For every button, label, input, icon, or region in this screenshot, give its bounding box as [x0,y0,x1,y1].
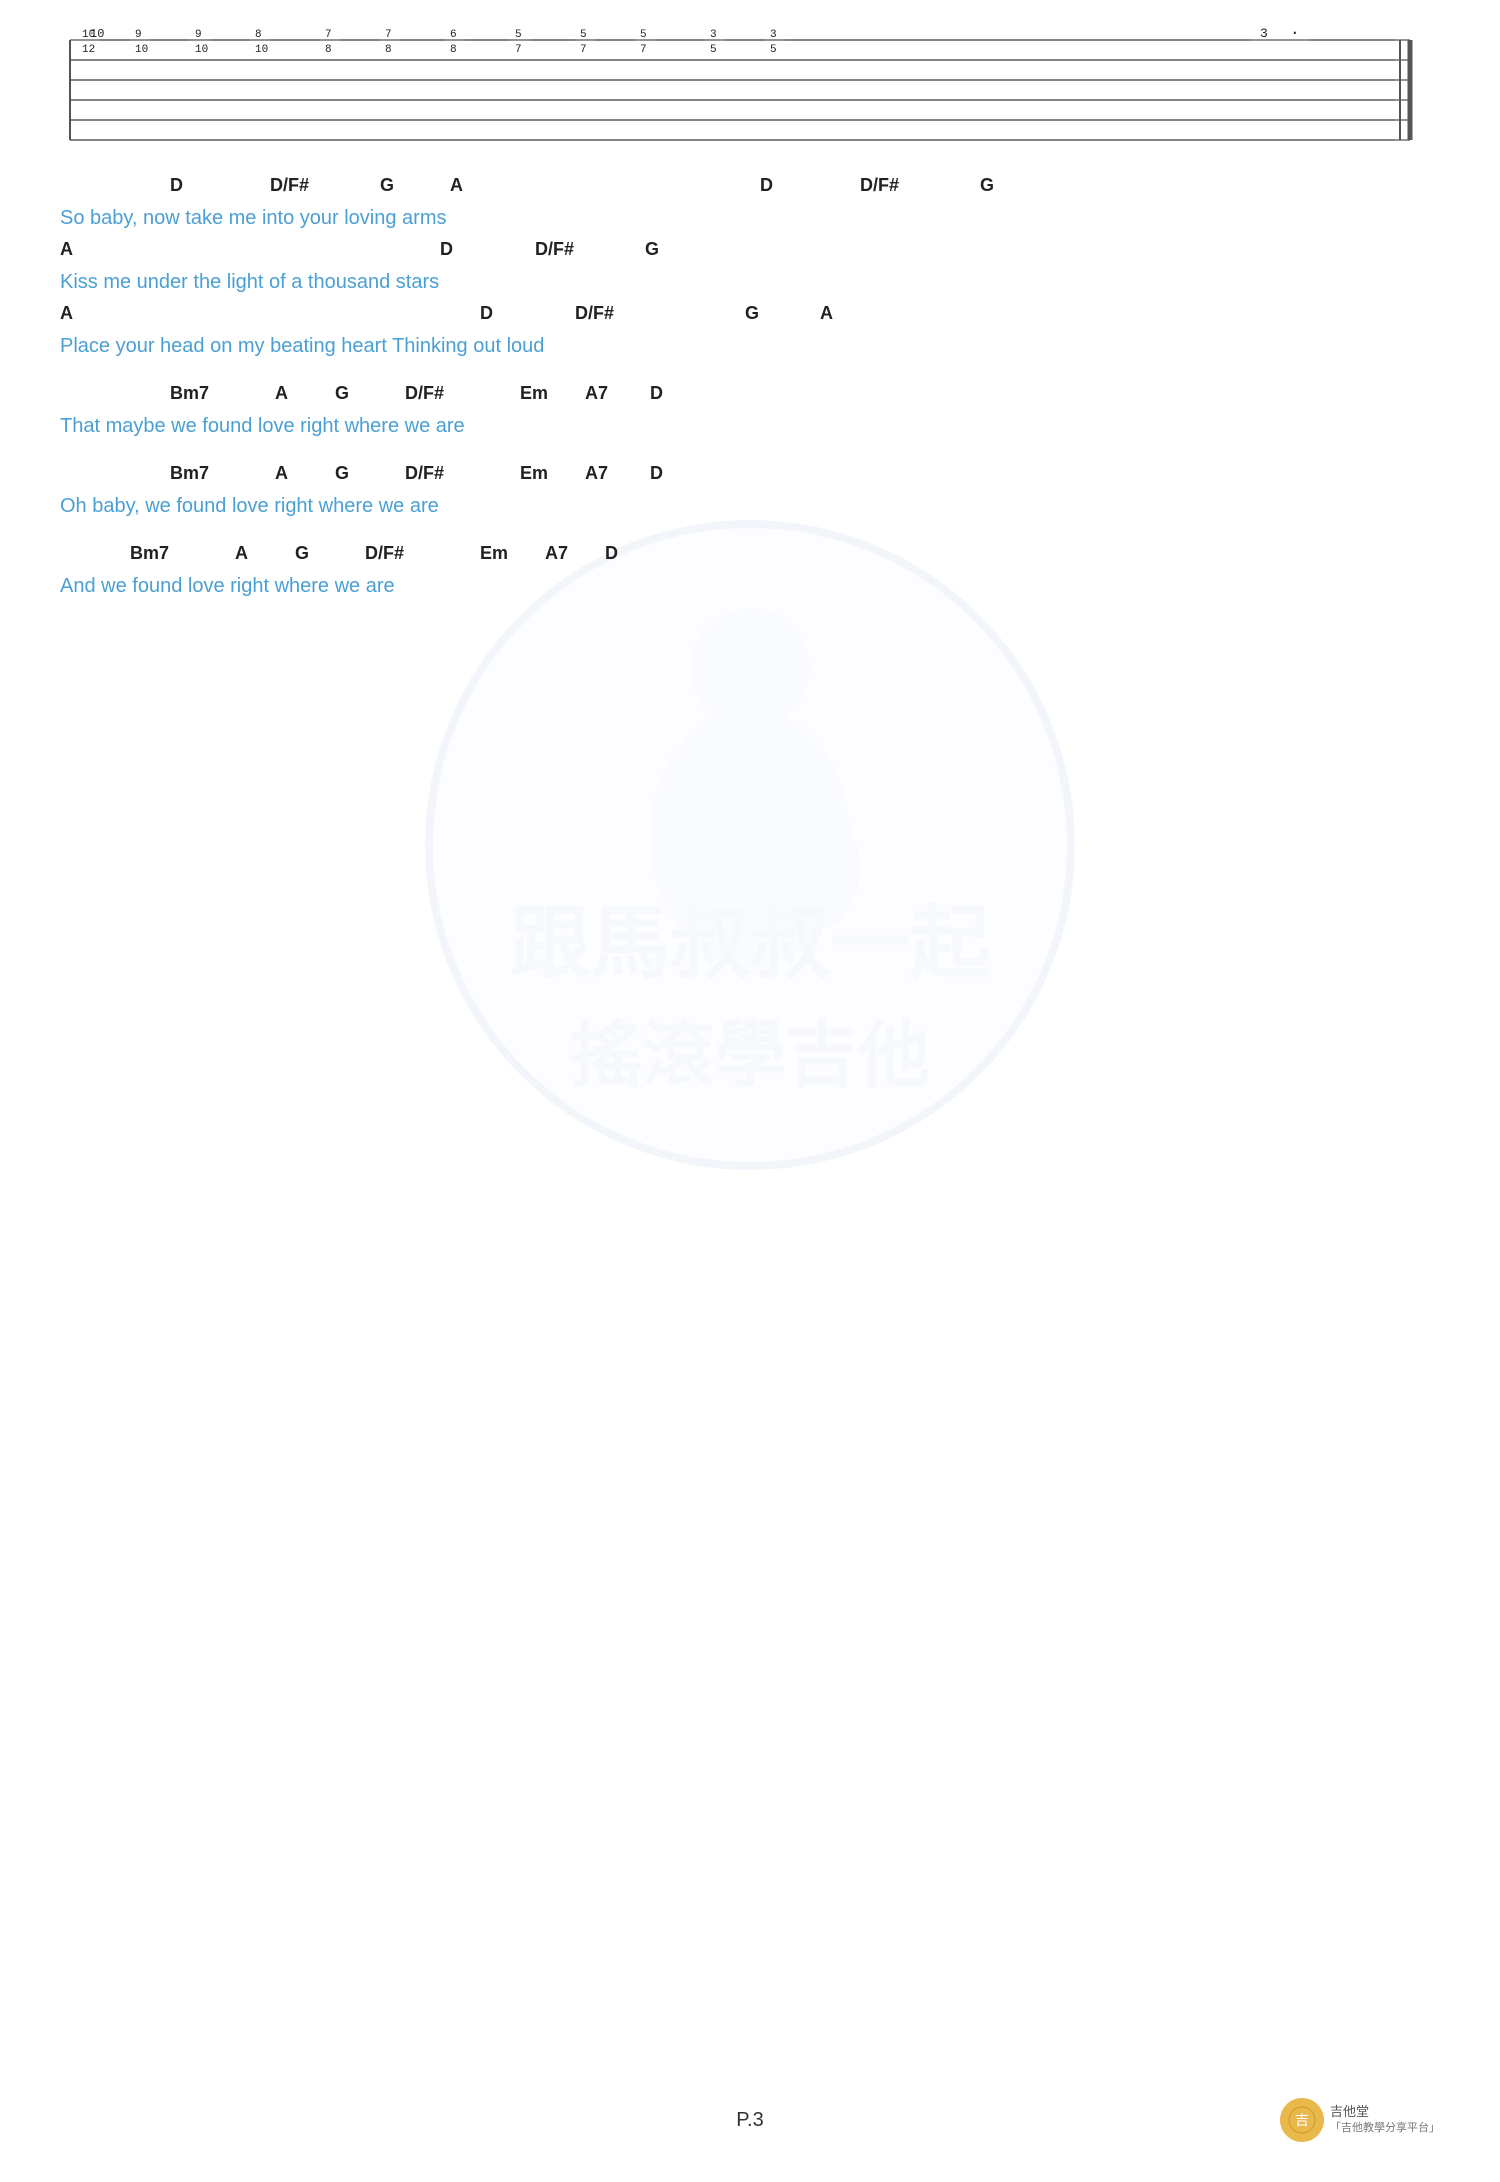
chord-A7-1: A7 [585,383,608,404]
chord-D6: D [650,463,663,484]
lyric-line-5: Oh baby, we found love right where we ar… [60,495,1440,523]
lyric-text-3: Place your head on my beating heart Thin… [60,335,544,357]
chord-D1: D [170,175,183,196]
svg-text:3: 3 [1260,26,1268,41]
watermark-line2: 搖滾學吉他 [460,996,1040,1102]
section-group-4: Bm7 A G D/F# Em A7 D And we found love r… [60,543,1440,603]
svg-text:7: 7 [640,44,647,56]
svg-text:5: 5 [770,44,777,56]
svg-text:吉: 吉 [1295,2113,1309,2129]
tab-area: 10 -- 10 9 9 8 7 7 6 5 5 5 3 3 12 10 10 … [60,20,1440,155]
svg-text:3: 3 [710,29,717,41]
footer: P.3 吉 吉他堂 「吉他教學分享平台」 [0,2098,1500,2142]
chord-Em3: Em [480,543,508,564]
lyric-text-5: Oh baby, we found love right where we ar… [60,495,439,517]
footer-logo: 吉 吉他堂 「吉他教學分享平台」 [980,2098,1440,2142]
chord-G1: G [380,175,394,196]
lyric-line-4: That maybe we found love right where we … [60,415,1440,443]
chord-G7: G [295,543,309,564]
chord-DF3: D/F# [535,239,574,260]
svg-text:7: 7 [580,44,587,56]
chord-DF4: D/F# [575,303,614,324]
watermark-text: 跟馬叔叔一起 搖滾學吉他 [460,879,1040,1102]
svg-text:9: 9 [195,29,202,41]
svg-text:10: 10 [82,29,95,41]
lyric-text-1: So baby, now take me into your loving ar… [60,207,446,229]
chord-line-2: A D D/F# G [60,239,1440,269]
chord-A3: A [60,303,73,324]
chord-A7-2: A7 [585,463,608,484]
footer-logo-name: 吉他堂 [1330,2104,1440,2121]
section-group-1: D D/F# G A D D/F# G So baby, now take me… [60,175,1440,363]
chord-line-3: A D D/F# G A [60,303,1440,333]
page-content: 10 -- 10 9 9 8 7 7 6 5 5 5 3 3 12 10 10 … [0,0,1500,683]
svg-text:7: 7 [515,44,522,56]
svg-text:7: 7 [385,29,392,41]
chord-A1: A [450,175,463,196]
watermark-line1: 跟馬叔叔一起 [460,879,1040,996]
chord-A4: A [820,303,833,324]
svg-text:10: 10 [195,44,208,56]
svg-text:·: · [1290,24,1300,42]
chord-Em2: Em [520,463,548,484]
svg-text:6: 6 [450,29,457,41]
chord-G2: G [980,175,994,196]
chord-G5: G [335,383,349,404]
svg-text:5: 5 [580,29,587,41]
chord-line-1: D D/F# G A D D/F# G [60,175,1440,205]
svg-text:8: 8 [325,44,332,56]
svg-text:12: 12 [82,44,95,56]
chord-G4: G [745,303,759,324]
svg-text:5: 5 [640,29,647,41]
chord-line-4: Bm7 A G D/F# Em A7 D [60,383,1440,413]
chord-Em1: Em [520,383,548,404]
svg-text:10: 10 [255,44,268,56]
chord-G3: G [645,239,659,260]
chord-D2: D [760,175,773,196]
chord-D7: D [605,543,618,564]
chord-Bm7-1: Bm7 [170,383,209,404]
chord-DF6: D/F# [405,463,444,484]
chord-DF7: D/F# [365,543,404,564]
chord-A5: A [275,383,288,404]
chord-D4: D [480,303,493,324]
footer-logo-icon: 吉 [1280,2098,1324,2142]
chord-A7: A [235,543,248,564]
lyric-text-4: That maybe we found love right where we … [60,415,465,437]
section-group-2: Bm7 A G D/F# Em A7 D That maybe we found… [60,383,1440,443]
chord-Bm7-3: Bm7 [130,543,169,564]
section-group-3: Bm7 A G D/F# Em A7 D Oh baby, we found l… [60,463,1440,523]
svg-text:7: 7 [325,29,332,41]
chord-D5: D [650,383,663,404]
chord-line-5: Bm7 A G D/F# Em A7 D [60,463,1440,493]
chord-A7-3: A7 [545,543,568,564]
chord-line-6: Bm7 A G D/F# Em A7 D [60,543,1440,573]
svg-text:8: 8 [255,29,262,41]
svg-text:5: 5 [710,44,717,56]
lyric-line-3: Place your head on my beating heart Thin… [60,335,1440,363]
svg-text:5: 5 [515,29,522,41]
svg-text:8: 8 [385,44,392,56]
footer-logo-subtitle: 「吉他教學分享平台」 [1330,2121,1440,2135]
chord-G6: G [335,463,349,484]
tab-svg: 10 -- 10 9 9 8 7 7 6 5 5 5 3 3 12 10 10 … [60,20,1440,150]
lyric-text-6: And we found love right where we are [60,575,395,597]
chord-A6: A [275,463,288,484]
svg-text:8: 8 [450,44,457,56]
lyric-line-2: Kiss me under the light of a thousand st… [60,271,1440,299]
chord-DF2: D/F# [860,175,899,196]
chord-Bm7-2: Bm7 [170,463,209,484]
chord-DF1: D/F# [270,175,309,196]
svg-text:3: 3 [770,29,777,41]
chord-D3: D [440,239,453,260]
chord-DF5: D/F# [405,383,444,404]
lyric-line-1: So baby, now take me into your loving ar… [60,207,1440,235]
chord-A2: A [60,239,73,260]
page-number: P.3 [520,2109,980,2132]
lyric-line-6: And we found love right where we are [60,575,1440,603]
svg-text:9: 9 [135,29,142,41]
lyric-text-2: Kiss me under the light of a thousand st… [60,271,439,293]
svg-text:10: 10 [135,44,148,56]
footer-logo-text: 吉他堂 「吉他教學分享平台」 [1330,2104,1440,2135]
